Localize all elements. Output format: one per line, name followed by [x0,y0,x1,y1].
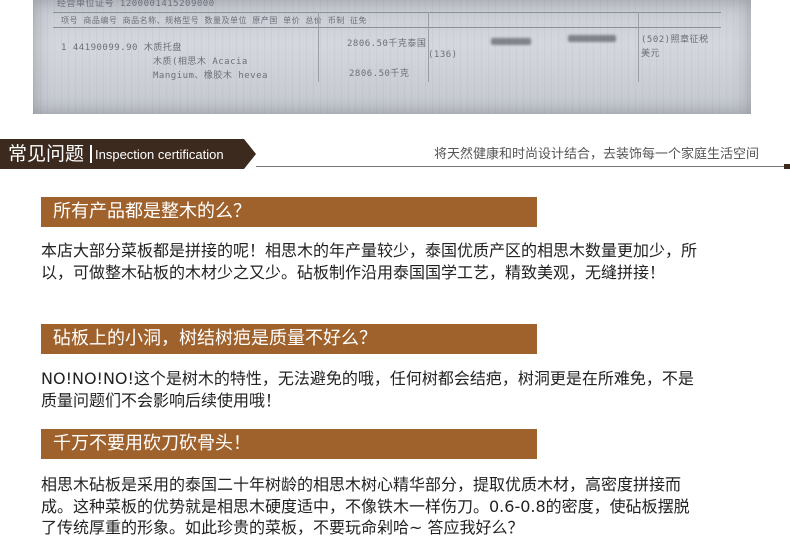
section-subtitle: Inspection certification [95,147,224,162]
customs-document-scan: 经营单位证号 1200001415209000 项号 商品编号 商品名称、规格型… [33,0,751,114]
scan-rule [53,27,721,28]
faq-question: 所有产品都是整木的么？ [53,201,251,222]
faq-question-bar: 千万不要用砍刀砍骨头！ [41,429,537,459]
redacted-price [491,38,531,45]
section-title: 常见问题 [8,143,85,165]
faq-question-bar: 砧板上的小洞，树结树疤是质量不好么？ [41,324,537,354]
redacted-total [568,35,616,42]
title-separator [90,145,92,163]
header-divider [256,166,790,167]
scan-divider [428,12,429,82]
header-accent [784,164,790,169]
scan-column-header: 项号 商品编号 商品名称、规格型号 数量及单位 原产国 单价 总价 币制 征免 [61,16,368,25]
scan-item-line: 木质(相思木 Acacia [153,57,248,67]
scan-origin-code: (136) [428,50,458,60]
faq-question: 千万不要用砍刀砍骨头！ [53,433,251,454]
scan-item-line: 1 44190099.90 木质托盘 [61,43,182,53]
scan-divider [638,12,639,82]
faq-answer: 本店大部分菜板都是拼接的呢！相思木的年产量较少，泰国优质产区的相思木数量更加少，… [41,241,698,282]
scan-top-row: 经营单位证号 1200001415209000 [57,0,215,9]
scan-currency: 美元 [641,49,661,59]
scan-divider [318,12,319,82]
scan-item-line: Mangium、橡胶木 hevea [153,71,268,81]
faq-answer: 相思木砧板是采用的泰国二十年树龄的相思木树心精华部分，提取优质木材，高密度拼接而… [41,475,690,537]
scan-quantity: 2806.50千克 [349,69,410,79]
scan-rule [53,12,721,13]
brand-slogan: 将天然健康和时尚设计结合，去装饰每一个家庭生活空间 [433,147,759,162]
section-header: 常见问题 Inspection certification 将天然健康和时尚设计… [0,139,790,169]
faq-question-bar: 所有产品都是整木的么？ [41,197,537,227]
faq-answer: NO!NO!NO!这个是树木的特性，无法避免的哦，任何树都会结疤，树洞更是在所难… [41,369,694,410]
scan-quantity: 2806.50千克泰国 [347,39,427,49]
scan-tax-note: (502)照章征税 [641,35,709,45]
faq-question: 砧板上的小洞，树结树疤是质量不好么？ [53,328,377,349]
